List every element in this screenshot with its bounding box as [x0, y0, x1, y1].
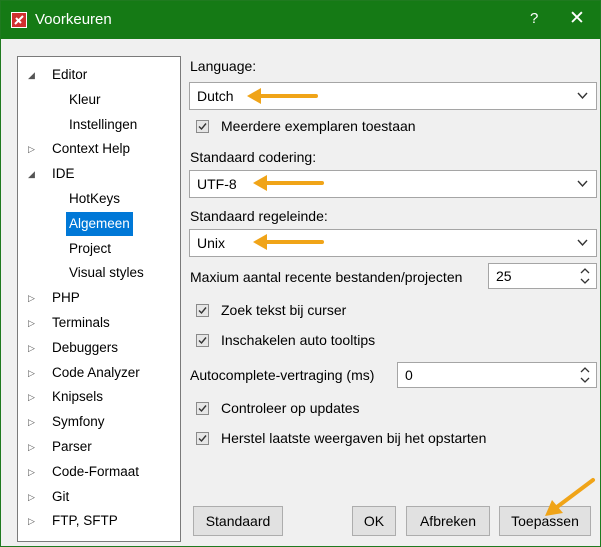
max-recent-spinner[interactable]: 25 — [488, 263, 597, 289]
max-recent-label: Maxium aantal recente bestanden/projecte… — [190, 269, 463, 285]
chevron-down-icon — [577, 92, 588, 100]
collapsed-arrow-icon[interactable]: ▷ — [28, 336, 40, 360]
collapsed-arrow-icon[interactable]: ▷ — [28, 286, 40, 310]
restore-views-label: Herstel laatste weergaven bij het opstar… — [221, 430, 487, 446]
collapsed-arrow-icon[interactable]: ▷ — [28, 435, 40, 459]
tree-item-label: HotKeys — [69, 191, 121, 206]
default-button[interactable]: Standaard — [193, 506, 283, 536]
encoding-value: UTF-8 — [197, 176, 237, 192]
close-button[interactable]: ✕ — [569, 7, 585, 30]
app-icon — [11, 12, 27, 28]
arrow-annotation-icon — [253, 175, 324, 191]
ok-button[interactable]: OK — [352, 506, 396, 536]
encoding-label: Standaard codering: — [190, 149, 317, 165]
tree-item-label: Context Help — [52, 141, 131, 157]
check-updates-checkbox[interactable] — [196, 402, 209, 415]
auto-tooltips-checkbox[interactable] — [196, 334, 209, 347]
tree-item-label: Knipsels — [52, 389, 104, 405]
collapsed-arrow-icon[interactable]: ▷ — [28, 361, 40, 385]
tree-item-label: IDE — [52, 166, 75, 182]
expanded-arrow-icon[interactable]: ◢ — [28, 162, 40, 186]
help-button[interactable]: ? — [530, 10, 538, 27]
chevron-down-icon — [577, 180, 588, 188]
restore-views-checkbox[interactable] — [196, 432, 209, 445]
multiple-instances-checkbox[interactable] — [196, 120, 209, 133]
cancel-button[interactable]: Afbreken — [406, 506, 490, 536]
max-recent-value: 25 — [496, 268, 512, 284]
collapsed-arrow-icon[interactable]: ▷ — [28, 485, 40, 509]
tree-item-label: Kleur — [69, 91, 101, 107]
tree-item-label: FTP, SFTP — [52, 513, 118, 529]
tree-item-label: PHP — [52, 290, 80, 306]
tree-item-label: Instellingen — [69, 116, 138, 132]
autocomplete-delay-spinner[interactable]: 0 — [397, 362, 597, 388]
multiple-instances-label: Meerdere exemplaren toestaan — [221, 118, 416, 134]
collapsed-arrow-icon[interactable]: ▷ — [28, 137, 40, 161]
autocomplete-delay-label: Autocomplete-vertraging (ms) — [190, 367, 375, 383]
spinner-arrows-icon[interactable] — [579, 365, 591, 385]
chevron-down-icon — [577, 239, 588, 247]
check-updates-label: Controleer op updates — [221, 400, 360, 416]
tree-item-label: Debuggers — [52, 339, 119, 355]
tree-item-label: Editor — [52, 67, 88, 82]
tree-item-label: Visual styles — [69, 265, 144, 281]
tree-item-label: Git — [52, 488, 70, 504]
auto-tooltips-label: Inschakelen auto tooltips — [221, 332, 376, 348]
collapsed-arrow-icon[interactable]: ▷ — [28, 509, 40, 533]
arrow-annotation-icon — [545, 478, 595, 516]
window-title: Voorkeuren — [35, 11, 112, 28]
expanded-arrow-icon[interactable]: ◢ — [28, 63, 40, 87]
collapsed-arrow-icon[interactable]: ▷ — [28, 410, 40, 434]
collapsed-arrow-icon[interactable]: ▷ — [28, 311, 40, 335]
search-text-checkbox[interactable] — [196, 304, 209, 317]
tree-item-label: Terminals — [52, 315, 110, 330]
arrow-annotation-icon — [253, 234, 324, 250]
collapsed-arrow-icon[interactable]: ▷ — [28, 385, 40, 409]
preferences-dialog: Voorkeuren ? ✕ ◢ Editor Kleur Instellingen ▷… — [0, 0, 601, 547]
title-bar: Voorkeuren ? ✕ — [1, 1, 600, 39]
arrow-annotation-icon — [247, 88, 318, 104]
tree-item-label: Code Analyzer — [52, 364, 140, 380]
spinner-arrows-icon[interactable] — [579, 266, 591, 286]
language-value: Dutch — [197, 88, 234, 104]
line-ending-value: Unix — [197, 235, 226, 251]
line-ending-label: Standaard regeleinde: — [190, 208, 328, 224]
language-label: Language: — [190, 58, 257, 74]
collapsed-arrow-icon[interactable]: ▷ — [28, 460, 40, 484]
search-text-label: Zoek tekst bij curser — [221, 302, 347, 318]
tree-item-label: Parser — [52, 439, 92, 454]
tree-item-label: Code-Formaat — [52, 463, 140, 479]
autocomplete-delay-value: 0 — [405, 367, 413, 383]
category-tree[interactable]: ◢ Editor Kleur Instellingen ▷ Context Help ◢ ID… — [17, 56, 181, 542]
tree-item-label: Algemeen — [66, 211, 133, 236]
tree-item-label: Project — [69, 240, 112, 256]
tree-item-label: Symfony — [52, 414, 105, 430]
